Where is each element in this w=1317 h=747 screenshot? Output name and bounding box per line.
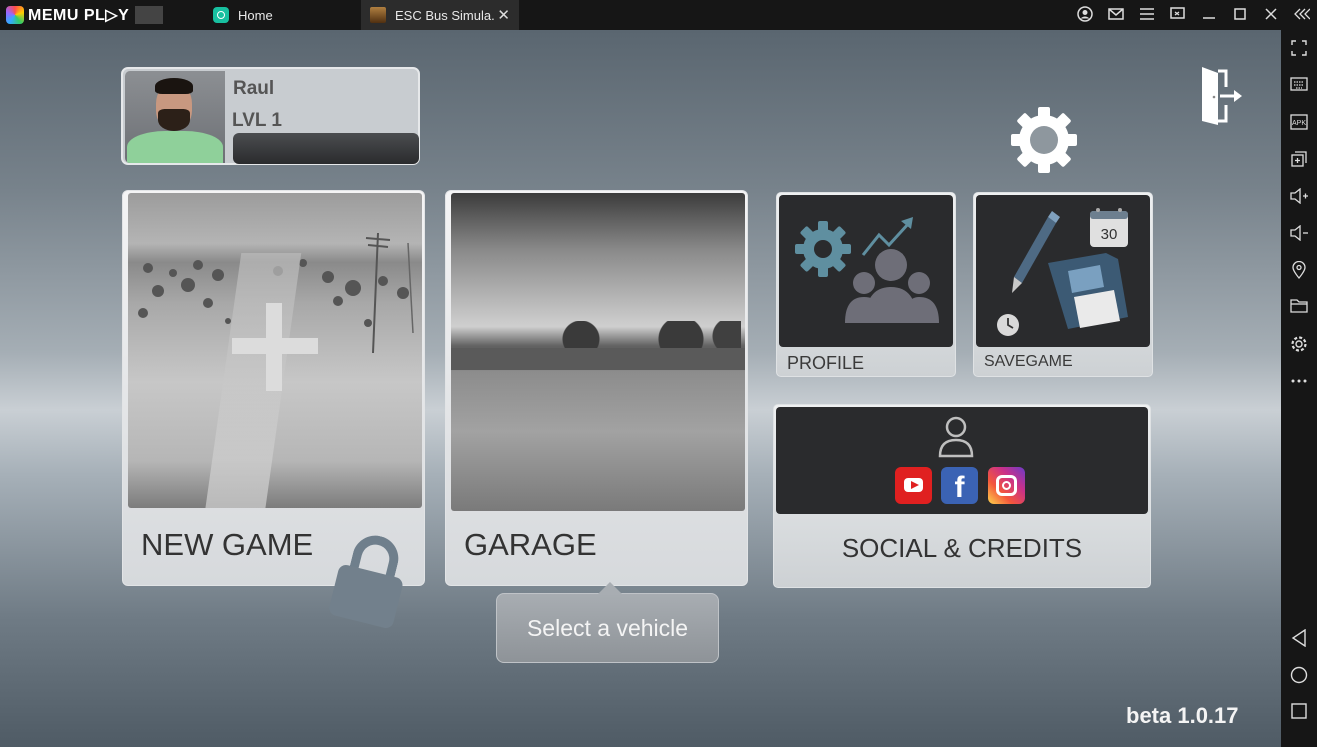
profile-artwork	[779, 195, 953, 347]
player-card[interactable]: Raul LVL 1	[121, 67, 420, 165]
recents-icon[interactable]	[1281, 703, 1317, 725]
emulator-side-toolbar: APK	[1281, 30, 1317, 747]
apk-label: APK	[1292, 120, 1306, 127]
savegame-label: SAVEGAME	[984, 353, 1073, 370]
menu-icon[interactable]	[1131, 7, 1162, 23]
memu-brand-text: MEMU PL▷Y	[28, 7, 130, 24]
facebook-icon[interactable]: f	[941, 467, 978, 504]
floppy-disk-icon	[1048, 253, 1128, 329]
collapse-icon[interactable]	[1286, 7, 1317, 23]
mail-icon[interactable]	[1100, 7, 1131, 24]
profile-gear-icon	[795, 221, 851, 277]
settings-gear-icon[interactable]	[1008, 104, 1080, 176]
minimize-icon[interactable]	[1193, 7, 1224, 23]
player-name: Raul	[233, 78, 275, 99]
close-icon[interactable]	[1255, 7, 1286, 23]
users-group-icon	[845, 249, 939, 323]
new-game-button[interactable]: NEW GAME	[122, 190, 425, 586]
garage-button[interactable]: GARAGE	[445, 190, 748, 586]
clock-icon	[997, 314, 1019, 336]
plus-icon-bar	[232, 338, 318, 354]
folder-icon[interactable]	[1281, 298, 1317, 319]
emulator-titlebar: MEMU PL▷Y Home ESC Bus Simula. ✕	[0, 0, 1317, 30]
game-app-icon	[370, 7, 386, 23]
tree-line	[541, 321, 741, 351]
garage-thumbnail	[451, 193, 745, 511]
logo-badge	[135, 6, 164, 24]
avatar-hair	[155, 78, 193, 94]
player-level: LVL 1	[232, 110, 282, 131]
new-game-thumbnail	[128, 193, 422, 508]
fullscreen-icon[interactable]	[1281, 40, 1317, 62]
avatar-shirt	[127, 131, 223, 163]
memu-logo: MEMU PL▷Y	[0, 0, 205, 30]
game-main-menu: Raul LVL 1 NEW GAME GARAGE Select a vehi…	[0, 30, 1281, 747]
volume-up-icon[interactable]	[1281, 187, 1317, 210]
garage-wall	[451, 348, 745, 370]
back-icon[interactable]	[1281, 628, 1317, 653]
instagram-icon[interactable]	[988, 467, 1025, 504]
savegame-artwork: 30	[976, 195, 1150, 347]
calendar-day: 30	[1101, 226, 1118, 243]
apk-icon[interactable]: APK	[1281, 114, 1317, 136]
profile-label: PROFILE	[787, 353, 865, 373]
settings-icon[interactable]	[1281, 335, 1317, 359]
location-icon[interactable]	[1281, 260, 1317, 285]
tab-close-icon[interactable]: ✕	[497, 6, 510, 24]
more-icon[interactable]	[1281, 370, 1317, 390]
add-window-icon[interactable]	[1281, 151, 1317, 173]
maximize-icon[interactable]	[1224, 7, 1255, 23]
youtube-icon[interactable]	[895, 467, 932, 504]
social-credits-button[interactable]: f SOCIAL & CREDITS	[773, 404, 1151, 588]
avatar-beard	[158, 109, 190, 131]
volume-down-icon[interactable]	[1281, 224, 1317, 247]
home-app-icon	[213, 7, 229, 23]
window-controls	[1069, 0, 1317, 30]
screen-cast-icon[interactable]	[1162, 6, 1193, 24]
calendar-icon: 30	[1090, 208, 1128, 247]
tab-game-label: ESC Bus Simula.	[395, 7, 495, 23]
savegame-button[interactable]: 30 SAVEGAME	[973, 192, 1153, 377]
memu-logo-icon	[6, 6, 24, 24]
profile-button[interactable]: PROFILE	[776, 192, 956, 377]
exit-door-icon[interactable]	[1198, 65, 1244, 127]
keyboard-icon[interactable]	[1281, 77, 1317, 97]
tab-esc-bus-simulator[interactable]: ESC Bus Simula. ✕	[361, 0, 519, 30]
xp-progress-bar	[233, 133, 419, 164]
version-label: beta 1.0.17	[1126, 703, 1239, 728]
tab-home[interactable]: Home	[205, 0, 360, 30]
new-game-label: NEW GAME	[141, 527, 314, 562]
avatar	[125, 71, 225, 163]
social-artwork: f	[776, 407, 1148, 514]
select-vehicle-tooltip: Select a vehicle	[496, 582, 719, 663]
pencil-icon	[1012, 211, 1060, 293]
user-icon	[938, 416, 974, 458]
account-icon[interactable]	[1069, 5, 1100, 25]
social-credits-label: SOCIAL & CREDITS	[841, 533, 1083, 563]
garage-label: GARAGE	[464, 527, 597, 562]
home-icon[interactable]	[1281, 666, 1317, 690]
tab-home-label: Home	[238, 7, 273, 23]
